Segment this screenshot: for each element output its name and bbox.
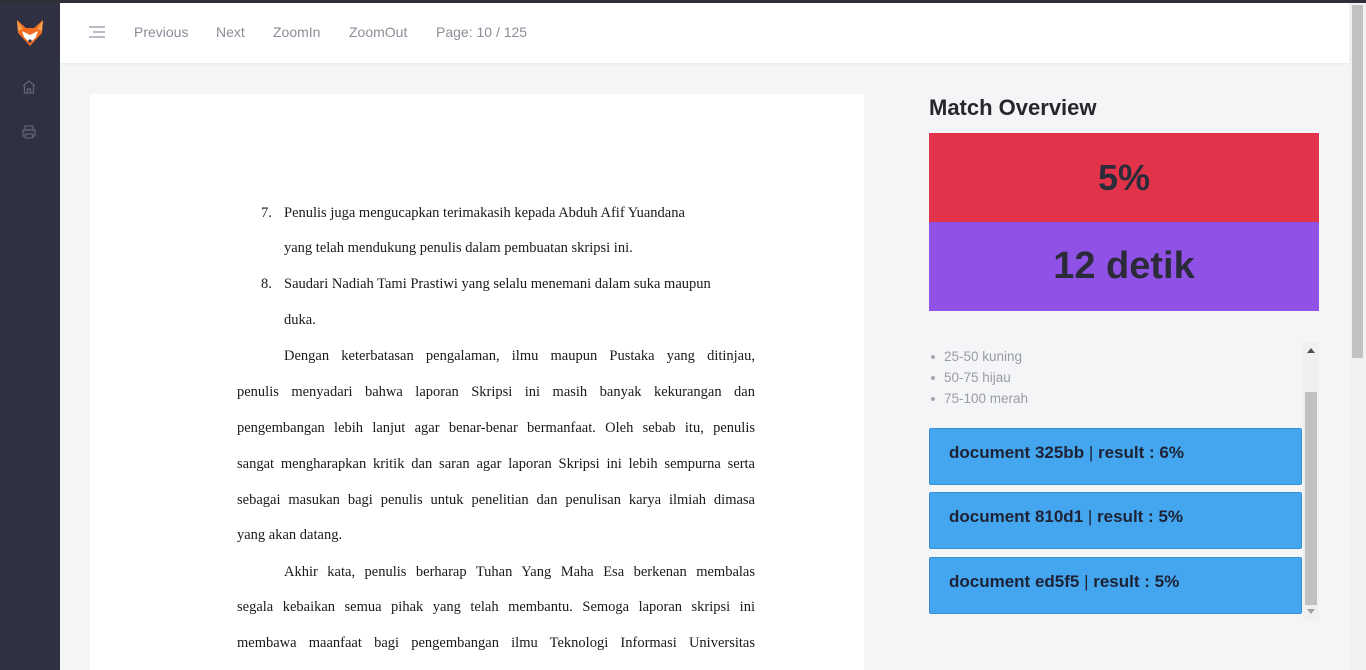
match-time-box: 12 detik (929, 222, 1319, 311)
color-legend: 25-50 kuning 50-75 hijau 75-100 merah (930, 346, 1028, 409)
result-separator: | (1083, 507, 1098, 526)
match-percentage: 5% (1097, 156, 1151, 198)
match-percentage-box: 5% (929, 133, 1319, 222)
result-separator: | (1079, 572, 1094, 591)
result-doc-name: document 810d1 (949, 507, 1084, 526)
result-value: 5% (1154, 572, 1180, 591)
fox-logo-icon[interactable] (14, 17, 46, 49)
scroll-up-arrow-icon[interactable] (1307, 348, 1315, 353)
result-card[interactable]: document 325bb | result : 6% (929, 428, 1302, 485)
document-page: 7. Penulis juga mengucapkan terimakasih … (90, 94, 864, 670)
home-icon[interactable] (20, 78, 38, 96)
zoom-out-button[interactable]: ZoomOut (349, 24, 407, 40)
match-overview-title: Match Overview (929, 95, 1097, 120)
text-line: penulis menyadari bahwa laporan Skripsi … (237, 384, 755, 400)
result-doc-name: document ed5f5 (949, 572, 1080, 591)
text-line: pengembangan lebih lanjut agar benar-ben… (237, 420, 755, 436)
text-line: yang telah mendukung penulis dalam pembu… (284, 240, 633, 256)
list-number: 7. (261, 205, 272, 221)
result-label: result : (1093, 572, 1155, 591)
results-scrollbar[interactable] (1303, 342, 1319, 620)
legend-item: 50-75 hijau (930, 367, 1028, 388)
result-doc-name: document 325bb (949, 443, 1085, 462)
result-label: result : (1097, 507, 1159, 526)
list-number: 8. (261, 276, 272, 292)
results-scroll-area[interactable]: 25-50 kuning 50-75 hijau 75-100 merah do… (929, 342, 1319, 622)
result-separator: | (1084, 443, 1098, 462)
text-line: Dengan keterbatasan pengalaman, ilmu mau… (284, 348, 755, 364)
printer-icon[interactable] (20, 123, 38, 141)
legend-item: 25-50 kuning (930, 346, 1028, 367)
result-text: document ed5f5 | result : 5% (949, 572, 1179, 592)
result-value: 6% (1159, 443, 1184, 462)
text-line: yang akan datang. (237, 527, 343, 543)
zoom-in-button[interactable]: ZoomIn (273, 24, 320, 40)
result-card[interactable]: document 810d1 | result : 5% (929, 492, 1302, 549)
text-line: sebagai masukan bagi penulis untuk penel… (237, 492, 755, 508)
text-line: sangat mengharapkan kritik dan saran aga… (237, 456, 755, 472)
text-line: Penulis juga mengucapkan terimakasih kep… (284, 205, 685, 221)
text-line: duka. (284, 312, 316, 328)
hamburger-menu-icon[interactable] (88, 25, 106, 39)
toolbar: Previous Next ZoomIn ZoomOut Page: 10 / … (60, 3, 1349, 63)
result-text: document 810d1 | result : 5% (949, 507, 1183, 527)
page-indicator: Page: 10 / 125 (436, 24, 528, 40)
previous-button[interactable]: Previous (134, 24, 188, 40)
text-line: Akhir kata, penulis berharap Tuhan Yang … (284, 564, 755, 580)
result-card[interactable]: document ed5f5 | result : 5% (929, 557, 1302, 614)
match-time: 12 detik (1053, 245, 1195, 287)
next-button[interactable]: Next (216, 24, 245, 40)
page-scrollbar-thumb[interactable] (1352, 5, 1363, 358)
result-label: result : (1097, 443, 1160, 462)
legend-item: 75-100 merah (930, 388, 1028, 409)
sidebar (0, 3, 60, 670)
page-scrollbar[interactable] (1349, 3, 1366, 670)
text-line: segala kebaikan semua pihak yang telah m… (237, 599, 755, 615)
results-scrollbar-thumb[interactable] (1305, 392, 1317, 605)
scroll-down-arrow-icon[interactable] (1307, 609, 1315, 614)
result-value: 5% (1158, 507, 1184, 526)
text-line: membawa maanfaat bagi pengembangan ilmu … (237, 635, 755, 651)
text-line: Saudari Nadiah Tami Prastiwi yang selalu… (284, 276, 711, 292)
result-text: document 325bb | result : 6% (949, 443, 1184, 463)
